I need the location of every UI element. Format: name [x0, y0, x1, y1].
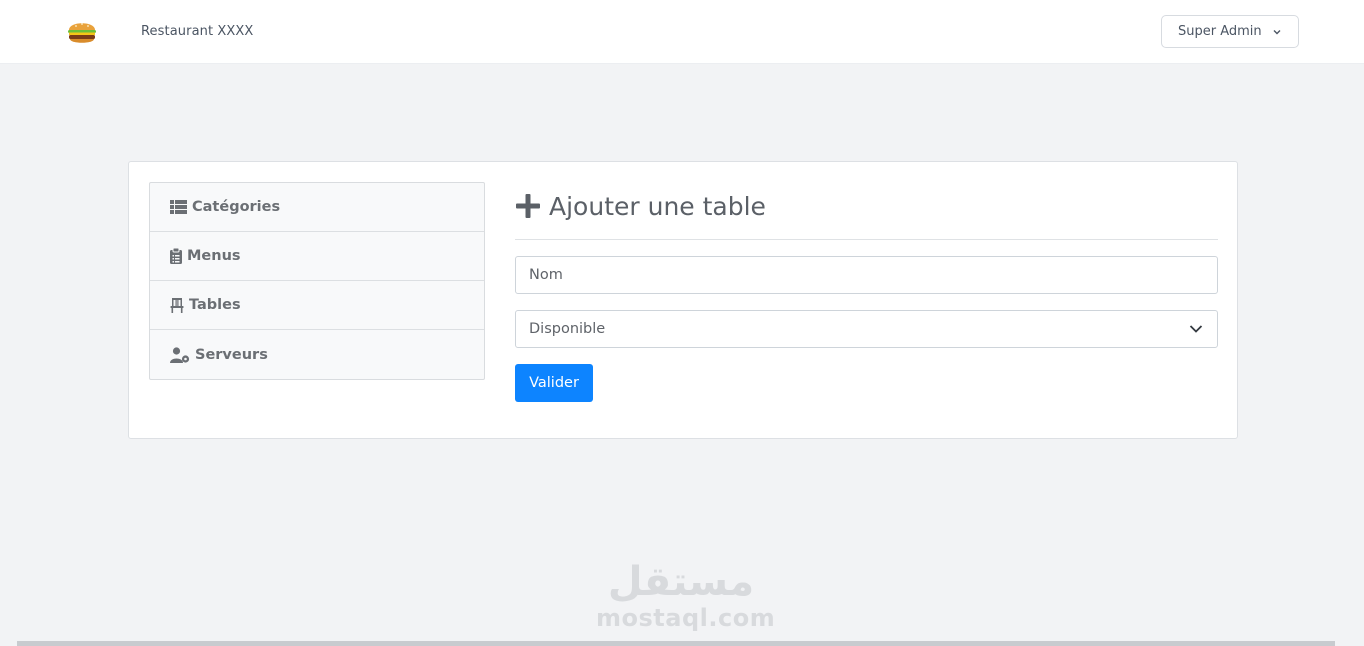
sidebar-item-serveurs[interactable]: Serveurs: [150, 330, 484, 379]
sidebar-item-label: Menus: [187, 248, 241, 264]
form-title-text: Ajouter une table: [549, 191, 766, 221]
status-select[interactable]: Disponible: [515, 310, 1218, 348]
plus-icon: [516, 194, 540, 218]
watermark: مستقل mostaql.com: [596, 559, 776, 634]
sidebar-item-tables[interactable]: Tables: [150, 281, 484, 330]
burger-icon[interactable]: [66, 16, 98, 48]
watermark-arabic: مستقل: [607, 559, 755, 605]
form-title: Ajouter une table: [515, 188, 766, 224]
user-menu-button[interactable]: Super Admin: [1161, 15, 1299, 48]
name-input-placeholder: Nom: [529, 267, 563, 283]
sidebar-item-label: Catégories: [192, 199, 281, 215]
name-input[interactable]: Nom: [515, 256, 1218, 294]
chair-icon: [170, 298, 184, 313]
watermark-latin: mostaql.com: [596, 604, 776, 632]
chevron-down-icon: [1189, 325, 1203, 333]
sidebar-item-label: Serveurs: [195, 346, 268, 363]
horizontal-scrollbar[interactable]: [17, 641, 1335, 646]
top-navbar: Restaurant XXXX Super Admin: [0, 0, 1364, 64]
chevron-down-icon: [1273, 29, 1281, 34]
brand-name[interactable]: Restaurant XXXX: [141, 24, 253, 39]
submit-button[interactable]: Valider: [515, 364, 593, 402]
clipboard-icon: [170, 248, 182, 264]
sidebar-item-categories[interactable]: Catégories: [150, 183, 484, 232]
user-cog-icon: [170, 346, 190, 363]
user-menu-label: Super Admin: [1178, 24, 1262, 39]
status-select-value: Disponible: [529, 321, 606, 337]
list-icon: [170, 200, 187, 214]
sidebar-menu: Catégories Menus Tables Serveurs: [149, 182, 485, 380]
divider: [515, 239, 1218, 240]
sidebar-item-menus[interactable]: Menus: [150, 232, 484, 281]
sidebar-item-label: Tables: [189, 297, 241, 313]
main-card: Catégories Menus Tables Serveurs Ajouter…: [128, 161, 1238, 439]
